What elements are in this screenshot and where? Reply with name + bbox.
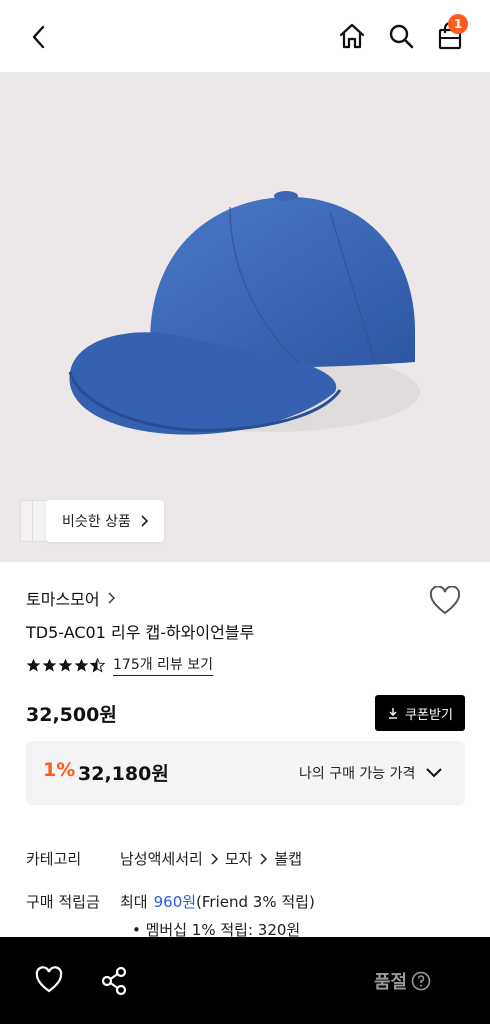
category-level-3[interactable]: 볼캡	[274, 848, 302, 869]
category-breadcrumb: 남성액세서리 모자 볼캡	[120, 848, 302, 869]
bottom-like-button[interactable]	[34, 966, 64, 994]
points-label: 구매 적립금	[26, 893, 100, 911]
brand-name: 토마스모어	[26, 590, 100, 609]
chevron-down-icon	[426, 768, 443, 778]
my-price-label: 나의 구매 가능 가격	[299, 766, 416, 782]
star-rating	[26, 657, 105, 673]
heart-outline-icon	[429, 585, 461, 615]
category-level-2[interactable]: 모자	[225, 848, 253, 869]
similar-products-button[interactable]: 비슷한 상품	[46, 500, 164, 542]
points-suffix: (Friend 3% 적립)	[196, 893, 315, 911]
my-price-box[interactable]: 1% 32,180원 나의 구매 가능 가격	[26, 741, 465, 805]
soldout-button[interactable]: 품절	[374, 968, 431, 994]
chevron-right-icon	[108, 592, 115, 604]
my-price: 32,180원	[78, 763, 169, 785]
question-circle-icon[interactable]	[411, 971, 431, 991]
product-price: 32,500원	[26, 704, 117, 726]
star-icon	[26, 658, 41, 671]
star-icon	[42, 658, 57, 671]
chevron-left-icon	[32, 25, 45, 49]
heart-outline-icon	[35, 966, 63, 993]
points-prefix: 최대	[120, 893, 148, 911]
back-button[interactable]	[22, 20, 56, 54]
chevron-right-icon	[211, 852, 218, 865]
product-title: TD5-AC01 리우 캡-하와이언블루	[26, 623, 255, 642]
home-button[interactable]	[334, 18, 370, 54]
coupon-button[interactable]: 쿠폰받기	[375, 695, 465, 731]
star-icon	[74, 658, 89, 671]
top-nav-bar: 1	[0, 0, 490, 72]
my-price-toggle[interactable]: 나의 구매 가능 가격	[299, 763, 443, 783]
like-button[interactable]	[428, 585, 464, 618]
soldout-label: 품절	[374, 972, 408, 993]
coupon-label: 쿠폰받기	[405, 707, 453, 723]
cap-image	[68, 191, 420, 435]
share-icon	[101, 966, 127, 996]
product-image[interactable]	[0, 72, 490, 562]
chevron-right-icon	[260, 852, 268, 865]
home-icon	[339, 23, 365, 49]
review-link[interactable]: 175개 리뷰 보기	[113, 654, 214, 676]
share-button[interactable]	[100, 966, 128, 996]
download-icon	[389, 708, 398, 719]
rating-row: 175개 리뷰 보기	[26, 654, 214, 676]
category-level-1[interactable]: 남성액세서리	[120, 848, 203, 869]
chevron-right-icon	[141, 515, 148, 527]
search-button[interactable]	[384, 18, 418, 54]
half-star-icon	[90, 657, 105, 672]
search-icon	[389, 24, 414, 49]
star-icon	[58, 658, 73, 671]
cart-count-badge: 1	[448, 14, 468, 34]
brand-link[interactable]: 토마스모어	[26, 586, 116, 610]
similar-products-label: 비슷한 상품	[62, 514, 131, 530]
discount-rate: 1%	[43, 759, 76, 781]
points-value: 최대 960원 (Friend 3% 적립)	[120, 891, 315, 912]
category-label: 카테고리	[26, 850, 82, 868]
points-amount: 960원	[153, 893, 197, 911]
